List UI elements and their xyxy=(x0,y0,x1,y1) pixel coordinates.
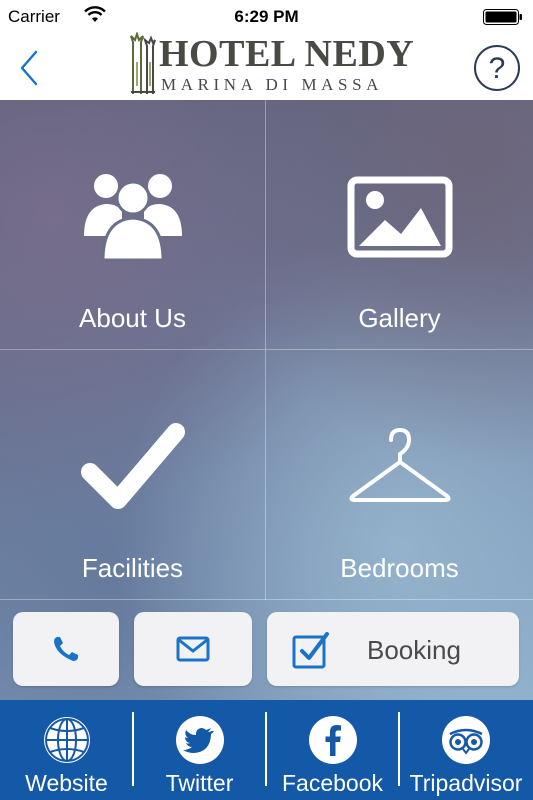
email-button[interactable] xyxy=(134,612,252,686)
website-link[interactable]: Website xyxy=(0,700,133,800)
tile-label: Facilities xyxy=(81,553,184,583)
twitter-label: Twitter xyxy=(165,770,234,796)
tile-facilities[interactable]: Facilities xyxy=(0,350,266,600)
image-icon xyxy=(347,176,452,258)
group-icon xyxy=(83,174,182,262)
call-button[interactable] xyxy=(13,612,119,686)
main-menu: About Us Gallery Facilities Bedrooms Boo… xyxy=(0,100,533,700)
phone-icon xyxy=(54,637,78,661)
twitter-link[interactable]: Twitter xyxy=(133,700,266,800)
tile-about-us[interactable]: About Us xyxy=(0,100,266,350)
facebook-link[interactable]: Facebook xyxy=(266,700,399,800)
booking-button[interactable]: Booking xyxy=(267,612,519,686)
checkmark-icon xyxy=(80,423,185,509)
tripadvisor-icon xyxy=(442,716,490,764)
mail-icon xyxy=(176,636,210,662)
help-button[interactable]: ? xyxy=(473,44,521,92)
status-time: 6:29 PM xyxy=(234,7,299,26)
tile-gallery[interactable]: Gallery xyxy=(266,100,533,350)
tripadvisor-label: Tripadvisor xyxy=(409,770,523,796)
logo-subtitle: MARINA DI MASSA xyxy=(161,75,384,94)
tile-bedrooms[interactable]: Bedrooms xyxy=(266,350,533,600)
logo-title: HOTEL NEDY xyxy=(159,33,415,75)
website-label: Website xyxy=(25,770,108,796)
facebook-icon xyxy=(308,716,357,764)
globe-icon xyxy=(43,717,90,763)
tile-label: About Us xyxy=(79,303,186,333)
tile-label: Gallery xyxy=(358,303,441,333)
battery-icon xyxy=(483,9,522,25)
booking-label: Booking xyxy=(367,635,461,665)
tile-label: Bedrooms xyxy=(340,553,459,583)
checkbox-icon xyxy=(292,632,329,669)
status-bar: Carrier 6:29 PM xyxy=(0,0,533,32)
hanger-icon xyxy=(348,427,451,502)
social-bar: Website Twitter Facebook Tripadvisor xyxy=(0,700,533,800)
back-button[interactable] xyxy=(14,48,44,88)
logo-emblem-icon xyxy=(130,32,156,94)
divider xyxy=(0,599,533,600)
tripadvisor-link[interactable]: Tripadvisor xyxy=(399,700,533,800)
help-icon: ? xyxy=(474,45,520,91)
hotel-logo: HOTEL NEDY MARINA DI MASSA xyxy=(125,32,414,100)
nav-bar: HOTEL NEDY MARINA DI MASSA ? xyxy=(0,32,533,100)
help-label: ? xyxy=(489,52,506,85)
facebook-label: Facebook xyxy=(281,770,383,796)
twitter-icon xyxy=(175,716,224,764)
